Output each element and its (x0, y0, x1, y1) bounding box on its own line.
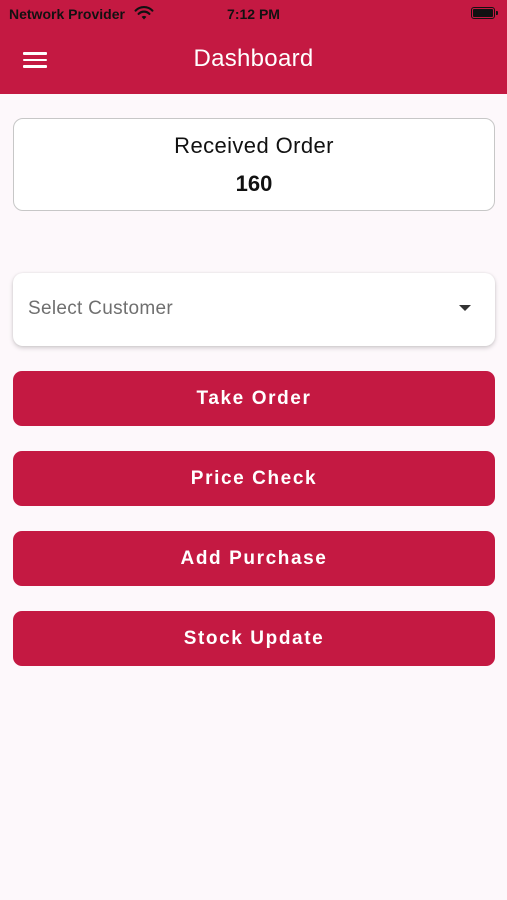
received-order-card: Received Order 160 (13, 118, 495, 211)
dropdown-caret-icon (459, 305, 471, 311)
app-bar: Network Provider 7:12 PM Dashboard (0, 0, 507, 94)
select-customer-placeholder: Select Customer (28, 298, 173, 319)
price-check-button[interactable]: Price Check (13, 451, 495, 506)
add-purchase-button[interactable]: Add Purchase (13, 531, 495, 586)
battery-icon (471, 7, 498, 19)
app-screen: Network Provider 7:12 PM Dashboard Recei… (0, 0, 507, 900)
take-order-button[interactable]: Take Order (13, 371, 495, 426)
page-title: Dashboard (193, 45, 314, 72)
received-order-label: Received Order (174, 133, 334, 158)
status-bar: Network Provider 7:12 PM (0, 0, 507, 28)
stock-update-button[interactable]: Stock Update (13, 611, 495, 666)
status-time: 7:12 PM (227, 6, 280, 22)
received-order-count: 160 (235, 171, 273, 196)
select-customer-dropdown[interactable]: Select Customer (13, 273, 495, 346)
